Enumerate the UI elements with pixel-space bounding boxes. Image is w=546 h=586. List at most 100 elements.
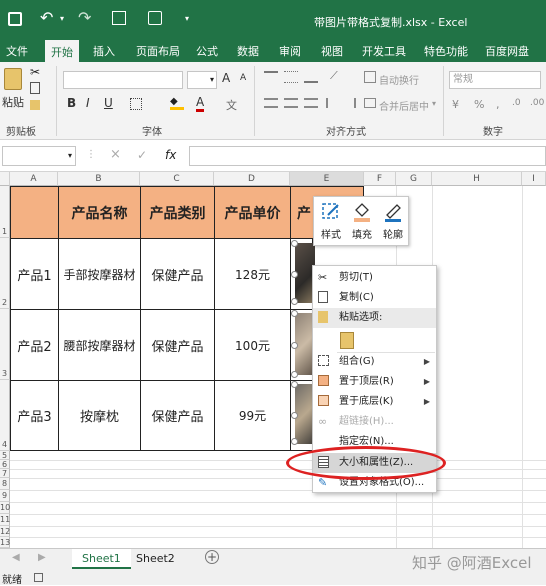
wrap-text-button[interactable]: 自动换行 [379,72,419,87]
tab-home[interactable]: 开始 [45,40,79,62]
undo-icon[interactable]: ↶ [40,8,53,27]
percent-format-icon[interactable]: % [474,98,484,111]
table-cell-price[interactable]: 100元 [214,309,291,381]
paste-option-icon[interactable] [340,332,354,349]
row-header-12[interactable]: 12 [0,526,10,537]
cut-icon[interactable]: ✂ [30,65,40,79]
wrap-text-icon[interactable] [364,71,376,83]
row-header-1[interactable]: 1 [0,186,10,238]
menu-item-copy[interactable]: 复制(C) [313,288,436,308]
fill-color-icon[interactable]: ◆ [170,96,184,110]
table-cell-category[interactable]: 保健产品 [140,309,215,381]
column-header-e[interactable]: E [290,172,364,186]
formula-bar-splitter-icon[interactable]: ⋮ [86,149,96,160]
resize-handle[interactable] [291,381,298,388]
column-header-c[interactable]: C [140,172,214,186]
merge-center-icon[interactable] [364,98,376,108]
resize-handle[interactable] [291,271,298,278]
currency-format-icon[interactable]: ¥ [452,98,459,111]
tab-developer[interactable]: 开发工具 [362,43,406,59]
style-button[interactable]: 样式 [316,201,346,243]
row-header-9[interactable]: 9 [0,490,10,502]
scroll-tabs-right-icon[interactable]: ▶ [38,552,46,563]
tab-insert[interactable]: 插入 [93,43,115,59]
header-cell-a1[interactable] [10,186,59,239]
resize-handle[interactable] [291,310,298,317]
select-all-corner[interactable] [0,172,10,186]
sheet-tab-sheet1[interactable]: Sheet1 [72,549,131,569]
table-cell-name[interactable]: 手部按摩器材 [58,238,141,310]
number-format-dropdown[interactable]: 常规 [449,71,541,89]
sheet-tab-sheet2[interactable]: Sheet2 [126,549,185,569]
menu-item-group[interactable]: 组合(G) ▶ [313,352,436,372]
underline-button[interactable]: U [104,96,113,110]
menu-item-bring-to-front[interactable]: 置于顶层(R) ▶ [313,372,436,392]
column-header-g[interactable]: G [396,172,432,186]
tab-data[interactable]: 数据 [237,43,259,59]
bold-button[interactable]: B [67,96,76,110]
orientation-icon[interactable]: ⟋ [330,69,338,83]
tab-review[interactable]: 审阅 [279,43,301,59]
row-header-7[interactable]: 7 [0,469,10,478]
tab-view[interactable]: 视图 [321,43,343,59]
camera-icon[interactable] [148,11,162,25]
align-middle-icon[interactable] [284,71,298,83]
menu-item-size-properties[interactable]: 大小和属性(Z)... [313,453,436,473]
macro-record-icon[interactable] [34,573,43,582]
row-header-5[interactable]: 5 [0,451,10,460]
undo-dropdown-icon[interactable]: ▾ [60,14,64,23]
column-header-b[interactable]: B [58,172,140,186]
align-center-icon[interactable] [284,98,298,108]
comma-format-icon[interactable]: , [496,98,500,111]
table-row-label[interactable]: 产品2 [10,309,59,381]
row-header-8[interactable]: 8 [0,478,10,490]
row-header-2[interactable]: 2 [0,238,10,309]
table-cell-name[interactable]: 腰部按摩器材 [58,309,141,381]
insert-function-button[interactable]: fx [165,148,176,162]
paste-icon[interactable] [4,68,22,90]
redo-icon[interactable]: ↷ [78,8,91,27]
confirm-button[interactable]: ✓ [137,148,147,162]
worksheet-grid[interactable]: A B C D E F G H I 1 2 3 4 5 6 7 8 9 10 1… [0,172,546,548]
form-icon[interactable] [112,11,126,25]
header-cell-product-price[interactable]: 产品单价 [214,186,291,239]
increase-decimal-icon[interactable]: .0 [512,98,521,108]
save-icon[interactable] [8,12,22,26]
increase-indent-icon[interactable] [344,98,356,108]
add-sheet-button[interactable]: + [205,550,219,564]
column-header-f[interactable]: F [364,172,396,186]
font-name-dropdown[interactable] [63,71,183,89]
column-header-h[interactable]: H [432,172,522,186]
italic-button[interactable]: I [86,96,90,110]
resize-handle[interactable] [291,412,298,419]
font-color-button[interactable]: A [196,95,205,112]
menu-item-hyperlink[interactable]: ∞ 超链接(H)... [313,412,436,432]
column-header-d[interactable]: D [214,172,290,186]
resize-handle[interactable] [291,240,298,247]
table-cell-category[interactable]: 保健产品 [140,238,215,310]
scroll-tabs-left-icon[interactable]: ◀ [12,552,20,563]
outline-button[interactable]: 轮廓 [378,201,408,243]
menu-item-format-object[interactable]: ✎ 设置对象格式(O)... [313,473,436,493]
table-cell-name[interactable]: 按摩枕 [58,380,141,451]
tab-formulas[interactable]: 公式 [196,43,218,59]
header-cell-product-name[interactable]: 产品名称 [58,186,141,239]
row-header-3[interactable]: 3 [0,309,10,380]
font-size-dropdown[interactable]: ▾ [187,71,217,89]
fill-button[interactable]: 填充 [347,201,377,243]
format-painter-icon[interactable] [30,100,40,110]
align-bottom-icon[interactable] [304,71,318,83]
decrease-decimal-icon[interactable]: .00 [530,98,544,108]
menu-item-assign-macro[interactable]: 指定宏(N)... [313,432,436,452]
column-header-a[interactable]: A [10,172,58,186]
tab-baidu-netdisk[interactable]: 百度网盘 [485,43,529,59]
merge-dropdown-icon[interactable]: ▾ [432,99,436,108]
header-cell-product-category[interactable]: 产品类别 [140,186,215,239]
resize-handle[interactable] [291,438,298,445]
resize-handle[interactable] [291,298,298,305]
tab-special-features[interactable]: 特色功能 [424,43,468,59]
align-top-icon[interactable] [264,71,278,83]
row-header-4[interactable]: 4 [0,380,10,451]
cancel-button[interactable]: × [110,147,121,162]
customize-qat-icon[interactable]: ▾ [185,14,189,23]
